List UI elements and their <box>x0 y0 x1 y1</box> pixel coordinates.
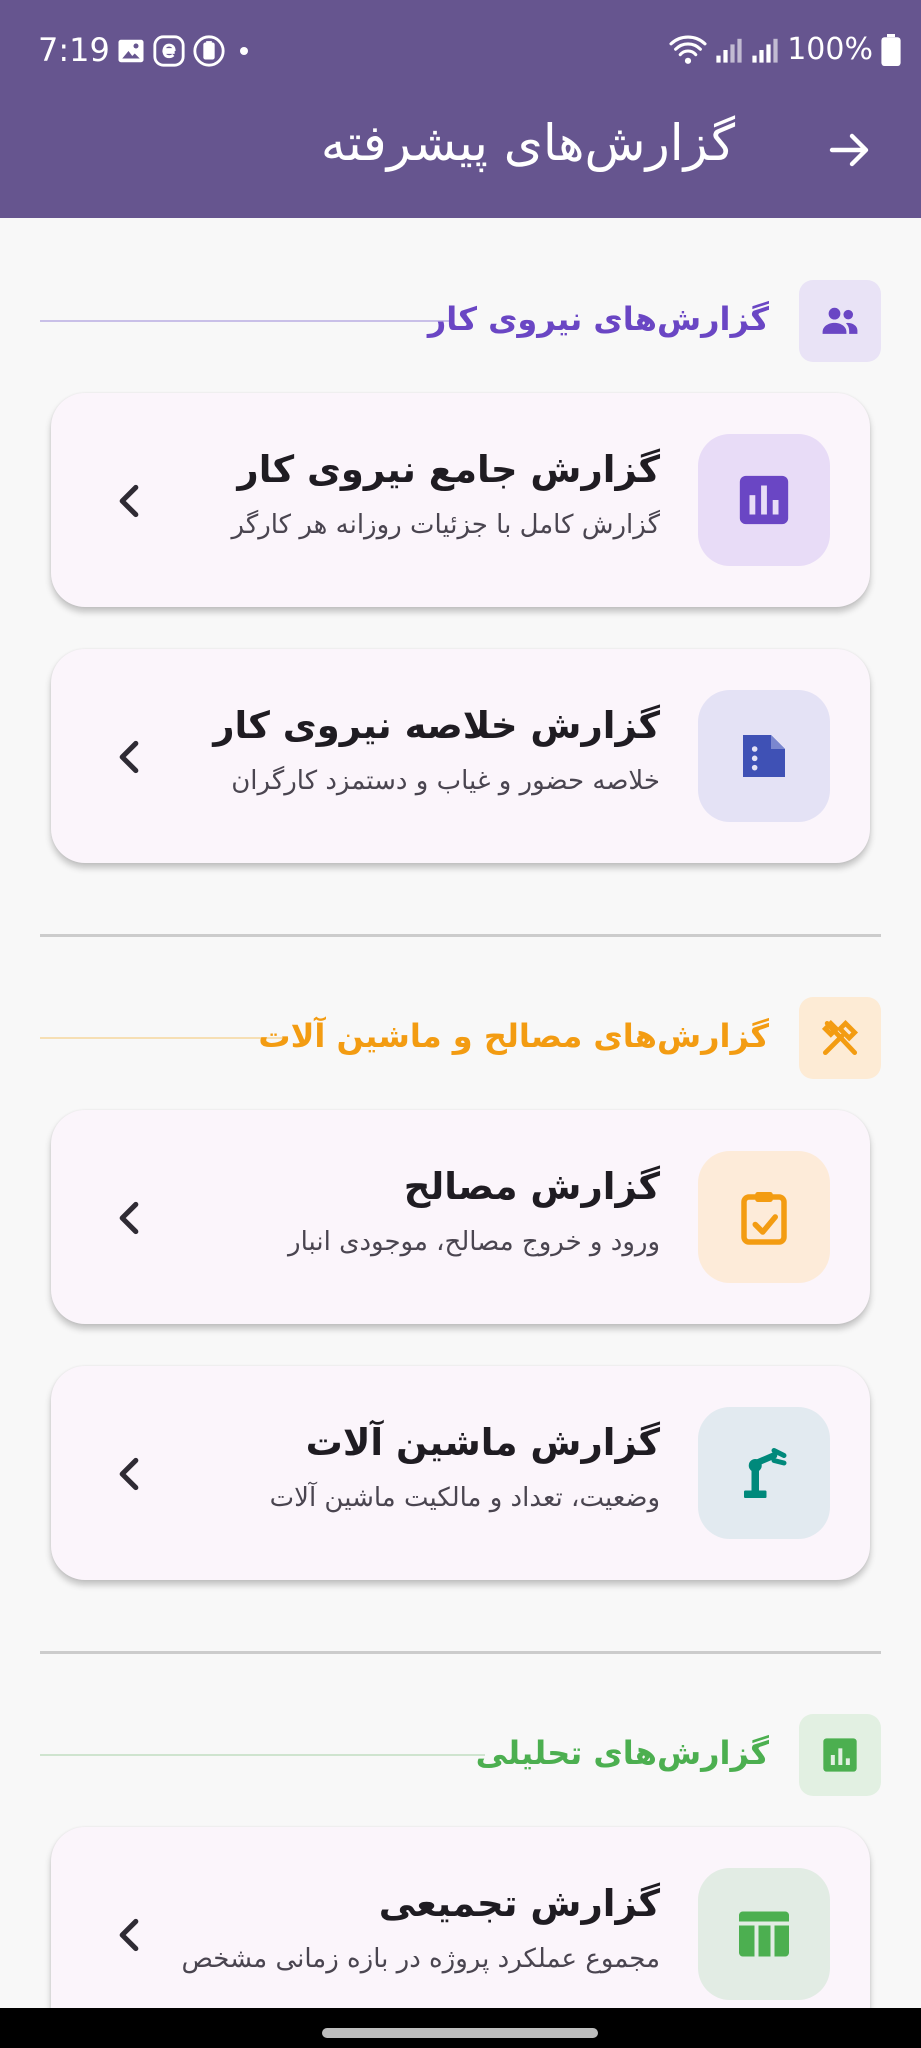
bar-chart-icon <box>739 475 789 525</box>
card-subtitle: خلاصه حضور و غیاب و دستمزد کارگران <box>231 766 660 796</box>
card-title: گزارش خلاصه نیروی کار <box>213 704 660 747</box>
section-line <box>40 1037 282 1039</box>
clipboard-check-icon <box>741 1192 787 1245</box>
card-subtitle: وضعیت، تعداد و مالکیت ماشین آلات <box>269 1483 660 1513</box>
status-bar: 7:19 100% <box>0 0 921 100</box>
chevron-left-icon <box>109 1454 149 1494</box>
section-icon-box <box>799 1714 881 1796</box>
card-subtitle: ورود و خروج مصالح، موجودی انبار <box>288 1227 660 1257</box>
notification-icons <box>116 34 256 68</box>
top-app-bar: 7:19 100% گزارش‌های پیشرفته <box>0 0 921 218</box>
people-icon <box>822 307 858 334</box>
arrow-right-icon <box>829 133 869 167</box>
battery-percentage: 100% <box>787 32 873 67</box>
wifi-icon <box>669 35 707 64</box>
system-navigation-bar <box>0 2008 921 2048</box>
page-title: گزارش‌های پیشرفته <box>320 114 735 172</box>
card-title: گزارش مصالح <box>403 1165 660 1208</box>
section-title: گزارش‌های تحلیلی <box>475 1734 769 1772</box>
tools-icon <box>821 1019 859 1056</box>
battery-icon <box>881 34 901 66</box>
chevron-left-icon <box>109 737 149 777</box>
section-header-analytics: گزارش‌های تحلیلی <box>40 1714 881 1796</box>
section-header-materials: گزارش‌های مصالح و ماشین آلات <box>40 997 881 1079</box>
card-machinery[interactable]: گزارش ماشین آلات وضعیت، تعداد و مالکیت م… <box>51 1366 870 1580</box>
home-gesture-handle[interactable] <box>322 2028 598 2038</box>
analytics-icon <box>823 1738 857 1772</box>
document-list-icon <box>743 735 785 777</box>
section-icon-box <box>799 280 881 362</box>
card-icon-box <box>698 434 830 566</box>
card-materials[interactable]: گزارش مصالح ورود و خروج مصالح، موجودی ان… <box>51 1110 870 1324</box>
robot-arm-icon <box>744 1448 787 1498</box>
card-title: گزارش جامع نیروی کار <box>237 448 660 491</box>
card-title: گزارش تجمیعی <box>378 1882 660 1925</box>
section-header-workforce: گزارش‌های نیروی کار <box>40 280 881 362</box>
card-icon-box <box>698 1407 830 1539</box>
dot-icon <box>240 47 248 55</box>
status-time: 7:19 <box>38 31 110 69</box>
table-icon <box>739 1911 789 1957</box>
section-title: گزارش‌های مصالح و ماشین آلات <box>258 1017 769 1055</box>
section-title: گزارش‌های نیروی کار <box>427 300 769 338</box>
card-icon-box <box>698 690 830 822</box>
section-divider <box>40 1651 881 1654</box>
clipboard-notification-icon <box>193 35 225 67</box>
card-icon-box <box>698 1151 830 1283</box>
chevron-left-icon <box>109 1915 149 1955</box>
section-icon-box <box>799 997 881 1079</box>
chevron-left-icon <box>109 1198 149 1238</box>
section-line <box>40 320 453 322</box>
chevron-left-icon <box>109 481 149 521</box>
card-title: گزارش ماشین آلات <box>305 1421 660 1464</box>
card-workforce-comprehensive[interactable]: گزارش جامع نیروی کار گزارش کامل با جزئیا… <box>51 393 870 607</box>
back-button[interactable] <box>818 118 882 182</box>
signal-icon <box>752 38 778 63</box>
app-e-icon <box>153 35 185 67</box>
section-divider <box>40 934 881 937</box>
card-subtitle: گزارش کامل با جزئیات روزانه هر کارگر <box>231 510 660 540</box>
system-icons: 100% <box>669 30 901 70</box>
card-subtitle: مجموع عملکرد پروژه در بازه زمانی مشخص <box>181 1944 660 1974</box>
section-line <box>40 1754 485 1756</box>
image-notification-icon <box>118 39 144 63</box>
card-icon-box <box>698 1868 830 2000</box>
card-workforce-summary[interactable]: گزارش خلاصه نیروی کار خلاصه حضور و غیاب … <box>51 649 870 863</box>
signal-icon <box>716 38 742 63</box>
